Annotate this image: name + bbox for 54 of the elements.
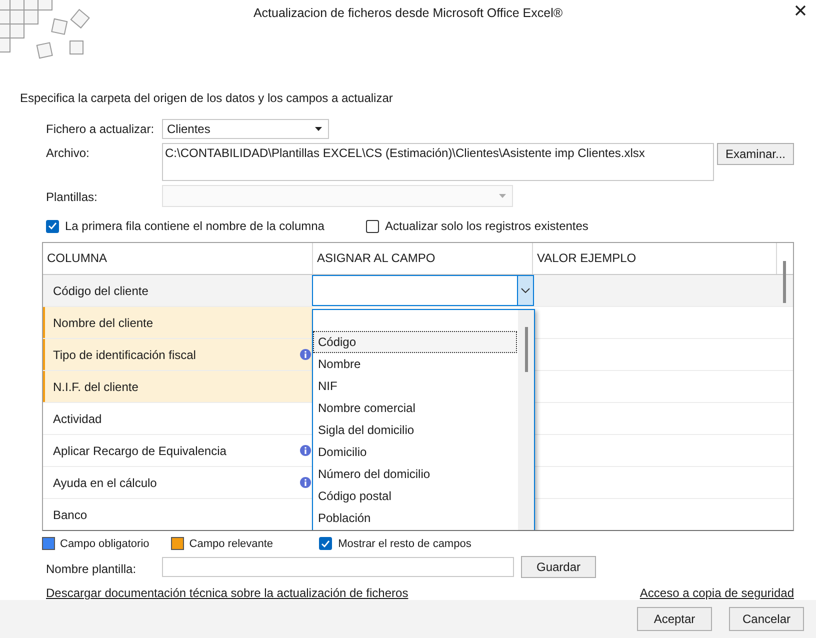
field-label: Archivo:	[46, 145, 90, 160]
table-cell: Banco	[53, 508, 88, 522]
legend-label: Campo relevante	[189, 538, 274, 550]
dropdown-item[interactable]: Nombre	[313, 353, 517, 376]
info-icon[interactable]	[300, 445, 311, 456]
file-path-field[interactable]: C:\CONTABILIDAD\Plantillas EXCEL\CS (Estimación)\Clientes\Asistente imp Clientes.xlsx	[162, 143, 714, 182]
scrollbar-thumb[interactable]	[783, 261, 786, 304]
checkbox-label: Mostrar el resto de campos	[338, 538, 472, 550]
dropdown-item[interactable]: Sigla del domicilio	[313, 419, 517, 442]
column-header: VALOR EJEMPLO	[533, 243, 777, 274]
save-button[interactable]: Guardar	[521, 556, 596, 578]
file-dropdown[interactable]: Clientes	[162, 119, 329, 140]
table-cell: Actividad	[53, 412, 102, 426]
column-header: ASIGNAR AL CAMPO	[313, 243, 533, 274]
link[interactable]: Acceso a copia de seguridad	[640, 586, 794, 600]
field-label: Nombre plantilla:	[46, 560, 138, 576]
dropdown-item[interactable]: Código	[313, 331, 517, 354]
checkbox-label: La primera fila contiene el nombre de la columna	[65, 219, 324, 234]
caret-icon	[499, 194, 506, 198]
legend-label: Campo obligatorio	[60, 538, 150, 550]
checkbox-label: Actualizar solo los registros existentes	[385, 219, 588, 234]
checkbox[interactable]	[366, 220, 379, 233]
cancel-button[interactable]: Cancelar	[729, 607, 804, 632]
dropdown-item[interactable]: NIF	[313, 375, 517, 398]
checkbox[interactable]	[46, 220, 59, 233]
table-cell: Nombre del cliente	[53, 316, 154, 330]
table-cell: Ayuda en el cálculo	[53, 476, 157, 490]
field-combobox[interactable]	[312, 275, 534, 306]
table-row[interactable]: Código del cliente	[43, 275, 793, 308]
table-cell: Tipo de identificación fiscal	[53, 348, 196, 362]
column-header: COLUMNA	[43, 243, 313, 274]
chevron-down-icon	[521, 288, 530, 294]
dropdown-item[interactable]: Población	[313, 507, 517, 530]
instruction-text: Especifica la carpeta del origen de los datos y los campos a actualizar	[20, 91, 394, 106]
info-icon[interactable]	[300, 477, 311, 488]
field-label: Plantillas:	[46, 189, 98, 204]
info-icon[interactable]	[300, 349, 311, 360]
dropdown-button[interactable]	[517, 276, 533, 306]
field-label: Fichero a actualizar:	[46, 121, 156, 136]
dropdown-item[interactable]: Domicilio	[313, 441, 517, 464]
table-cell: Aplicar Recargo de Equivalencia	[53, 444, 226, 458]
accept-button[interactable]: Aceptar	[637, 607, 712, 632]
dropdown-item[interactable]: Número del domicilio	[313, 463, 517, 486]
dropdown-item[interactable]: Código postal	[313, 485, 517, 508]
window-title: Actualizacion de ficheros desde Microsoft Office Excel®	[253, 6, 563, 22]
browse-button[interactable]: Examinar...	[717, 143, 794, 166]
table-cell: Código del cliente	[53, 284, 148, 298]
table-cell: N.I.F. del cliente	[53, 380, 138, 394]
caret-icon	[315, 127, 322, 132]
template-name-field[interactable]	[162, 557, 514, 578]
scrollbar-thumb[interactable]	[525, 327, 528, 372]
checkbox[interactable]	[319, 537, 332, 550]
link[interactable]: Descargar documentación técnica sobre la actualización de ficheros	[46, 586, 408, 600]
dropdown-item[interactable]: Nombre comercial	[313, 397, 517, 420]
